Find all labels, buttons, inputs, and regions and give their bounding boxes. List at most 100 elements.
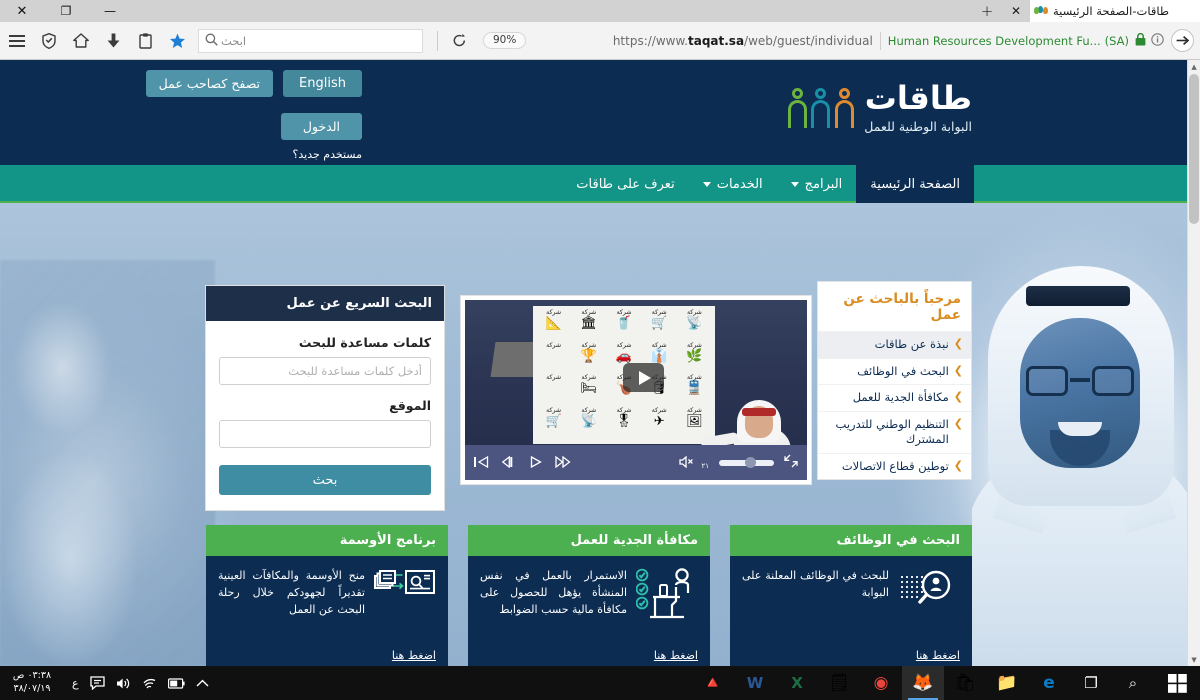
company-icon-label: شركة	[616, 341, 632, 349]
sidebar-item-job-search[interactable]: ❯ البحث في الوظائف	[818, 357, 971, 385]
sidebar-item-national-joint-training[interactable]: ❯ التنظيم الوطني للتدريب المشترك	[818, 410, 971, 453]
toolbar-search-box[interactable]: ابحث	[198, 28, 423, 53]
rewind-icon[interactable]	[501, 453, 517, 472]
action-center-icon[interactable]	[89, 676, 105, 690]
browser-tab[interactable]: طاقات-الصفحة الرئيسية	[1030, 0, 1200, 22]
company-icon-label: شركة	[546, 341, 562, 349]
search-submit-button[interactable]: بحث	[219, 465, 431, 495]
service-card-link[interactable]: اضغط هنا	[654, 637, 698, 662]
clock-time: ٠٣:٣٨ ص	[12, 670, 52, 682]
search-glyph: ⌕	[1128, 673, 1138, 692]
volume-slider-handle[interactable]	[745, 457, 756, 468]
skip-back-icon[interactable]	[474, 453, 489, 472]
close-tab-button[interactable]: ✕	[1002, 0, 1030, 22]
start-button[interactable]	[1154, 666, 1200, 700]
taskbar-vlc-icon[interactable]: 🔺	[692, 666, 734, 700]
industry-icon: 🌿	[686, 348, 703, 364]
location-input[interactable]	[219, 420, 431, 448]
video-play-overlay-button[interactable]	[623, 363, 664, 392]
volume-level-label: ٢١	[701, 462, 709, 470]
taskbar-excel-icon[interactable]: X	[776, 666, 818, 700]
new-user-link[interactable]: مستخدم جديد؟	[260, 148, 362, 161]
header-action-buttons: English تصفح كصاحب عمل الدخول مستخدم جدي…	[122, 70, 362, 161]
site-header: طاقات البوابة الوطنية للعمل English تصفح…	[0, 60, 1187, 165]
window-restore-button[interactable]: ❐	[44, 0, 88, 22]
fast-forward-icon[interactable]	[555, 453, 571, 472]
bookmark-star-icon[interactable]	[162, 26, 192, 56]
company-icon-cell: شركة 📐	[536, 309, 571, 343]
service-card-title: البحث في الوظائف	[730, 525, 972, 556]
address-url: https://www.taqat.sa/web/guest/individua…	[612, 33, 873, 48]
nav-item-services[interactable]: الخدمات	[689, 165, 777, 203]
service-card-link[interactable]: اضغط هنا	[916, 637, 960, 662]
downloads-icon[interactable]	[98, 26, 128, 56]
keywords-input[interactable]	[219, 357, 431, 385]
shield-icon[interactable]	[34, 26, 64, 56]
go-arrow-button[interactable]	[1171, 29, 1194, 52]
person-desk-checklist-icon	[636, 567, 698, 621]
show-hidden-icons-chevron-icon[interactable]	[196, 679, 209, 688]
logo-subtitle: البوابة الوطنية للعمل	[864, 118, 972, 134]
taskbar-clock[interactable]: ٠٣:٣٨ ص ٣٨/٠٧/١٩	[0, 670, 66, 696]
taskbar-file-explorer-icon[interactable]: 📁	[986, 666, 1028, 700]
zoom-level-indicator[interactable]: 90%	[483, 31, 527, 50]
mute-icon[interactable]: ٢١	[679, 453, 709, 472]
nav-item-about-taqat[interactable]: تعرف على طاقات	[562, 165, 688, 203]
scroll-up-arrow-icon[interactable]: ▲	[1188, 60, 1200, 73]
taskbar-word-icon[interactable]: W	[734, 666, 776, 700]
taskbar-firefox-icon[interactable]: 🦊	[902, 666, 944, 700]
company-icon-cell: شركة ✈	[642, 407, 677, 441]
volume-slider[interactable]	[719, 457, 774, 468]
documents-exchange-icon	[374, 567, 436, 601]
english-language-button[interactable]: English	[283, 70, 362, 97]
site-logo[interactable]: طاقات البوابة الوطنية للعمل	[786, 81, 972, 134]
window-close-button[interactable]: ✕	[0, 0, 44, 22]
sidebar-item-work-diligence-reward[interactable]: ❯ مكافأة الجدية للعمل	[818, 384, 971, 411]
new-tab-button[interactable]: +	[972, 0, 1002, 22]
company-icon-cell: شركة 🚆	[677, 374, 712, 408]
window-minimize-button[interactable]: —	[88, 0, 132, 22]
taskbar-search-icon[interactable]: ⌕	[1112, 666, 1154, 700]
menu-hamburger-icon[interactable]	[2, 26, 32, 56]
browse-as-employer-button[interactable]: تصفح كصاحب عمل	[145, 70, 274, 97]
play-icon[interactable]	[530, 453, 542, 472]
page-scrollbar[interactable]: ▲ ▼	[1187, 60, 1200, 666]
sidebar-item-about-taqat[interactable]: ❯ نبذة عن طاقات	[818, 331, 971, 358]
nav-item-home[interactable]: الصفحة الرئيسية	[856, 165, 974, 203]
language-indicator[interactable]: ع	[72, 677, 79, 690]
nav-item-programs[interactable]: البرامج	[777, 165, 857, 203]
taskbar-sticky-notes-icon[interactable]: 🗒	[818, 666, 860, 700]
taskbar-microsoft-store-icon[interactable]: 🛍	[944, 666, 986, 700]
lock-icon	[1135, 31, 1146, 50]
fullscreen-icon[interactable]	[784, 453, 798, 472]
sidebar-item-label: مكافأة الجدية للعمل	[852, 390, 949, 405]
taskbar-chrome-icon[interactable]: ◉	[860, 666, 902, 700]
service-card-work-diligence[interactable]: مكافأة الجدية للعمل الاستمرار بالعمل في …	[468, 525, 710, 666]
company-icon-label: شركة	[581, 341, 597, 349]
sidebar-item-telecom-localization[interactable]: ❯ توطين قطاع الاتصالات	[818, 452, 971, 480]
volume-icon[interactable]	[116, 677, 131, 690]
taskbar-task-view-icon[interactable]: ❐	[1070, 666, 1112, 700]
service-card-medals-program[interactable]: برنامج الأوسمة منح الأوسمة والمكافآت الع…	[206, 525, 448, 666]
address-bar[interactable]: https://www.taqat.sa/web/guest/individua…	[526, 29, 1200, 52]
login-button[interactable]: الدخول	[280, 113, 362, 140]
quick-search-title: البحث السريع عن عمل	[206, 286, 444, 321]
site-navigation-bar: الصفحة الرئيسية البرامج الخدمات تعرف على…	[0, 165, 1187, 203]
library-icon[interactable]	[130, 26, 160, 56]
promo-video-player[interactable]: شركة 📡 شركة 🛒 شركة 🥤 شركة 🏛 شركة 📐 شركة 🌿 شركة 👔 شركة 🚗…	[460, 295, 812, 485]
battery-icon[interactable]	[167, 677, 185, 689]
industry-icon: 🛒	[545, 413, 562, 429]
sidebar-item-label: نبذة عن طاقات	[874, 337, 949, 351]
keywords-label: كلمات مساعدة للبحث	[298, 335, 431, 350]
company-icon-cell: شركة 🏆	[571, 341, 606, 376]
reload-icon[interactable]	[444, 26, 474, 56]
wifi-icon[interactable]	[142, 677, 157, 690]
service-card-job-search[interactable]: البحث في الوظائف للبحث في الوظائف المعلن…	[730, 525, 972, 666]
info-icon[interactable]	[1151, 31, 1164, 50]
home-icon[interactable]	[66, 26, 96, 56]
sidebar-item-label: توطين قطاع الاتصالات	[841, 458, 949, 473]
service-card-link[interactable]: اضغط هنا	[392, 637, 436, 662]
scrollbar-thumb[interactable]	[1189, 74, 1199, 224]
scroll-down-arrow-icon[interactable]: ▼	[1188, 653, 1200, 666]
taskbar-edge-icon[interactable]: e	[1028, 666, 1070, 700]
